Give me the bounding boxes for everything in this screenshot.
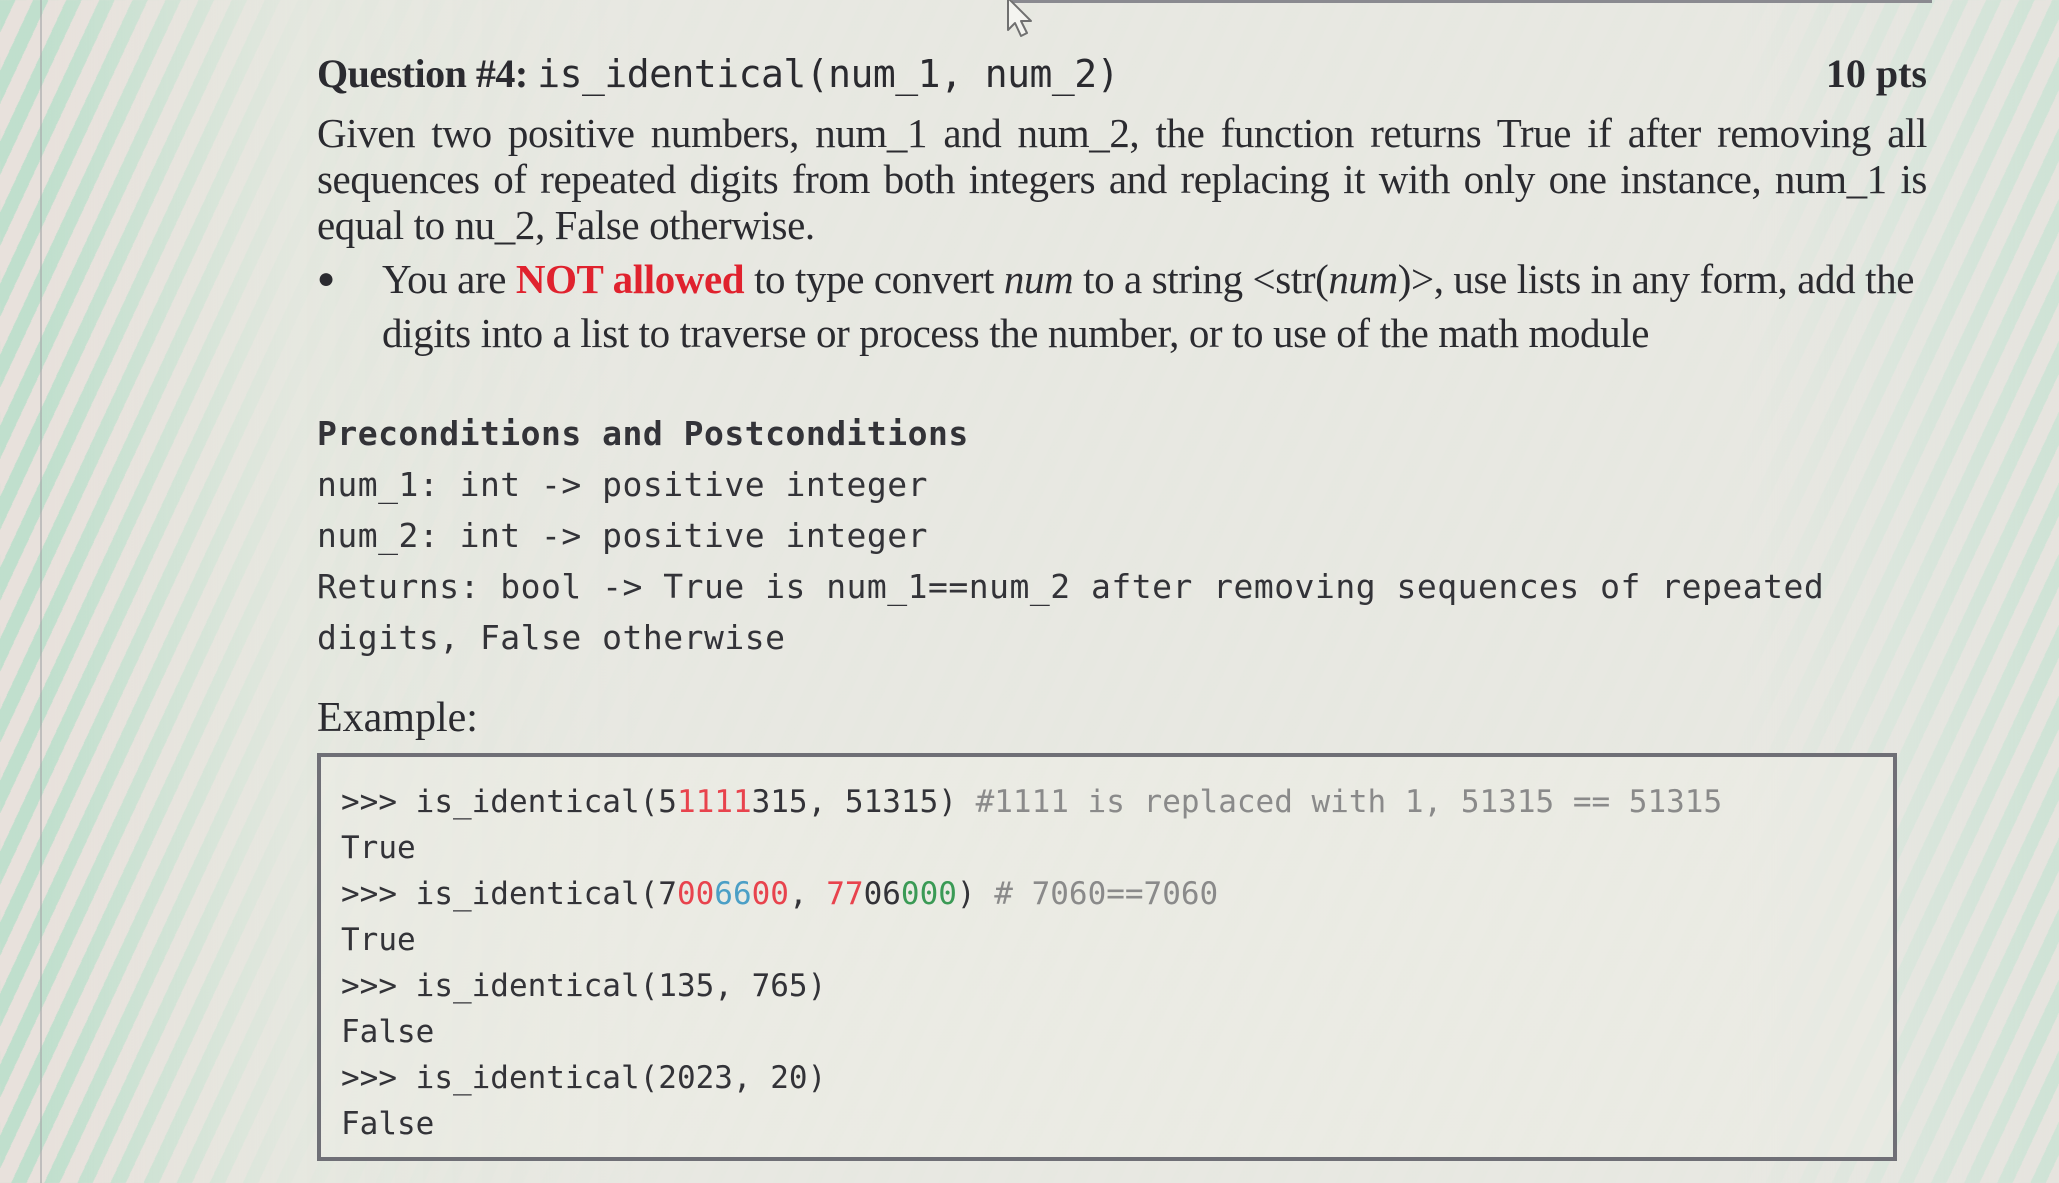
question-description: Given two positive numbers, num_1 and nu… [317,110,1927,248]
function-signature: is_identical(num_1, num_2) [537,52,1120,96]
restriction-text: You are NOT allowed to type convert num … [382,252,1927,360]
code-line: False [341,1009,1873,1055]
restriction-bullet: ● You are NOT allowed to type convert nu… [317,252,1927,360]
code-line: >>> is_identical(51111315, 51315) #1111 … [341,779,1873,825]
question-title: Question #4: is_identical(num_1, num_2) [317,50,1120,97]
example-label: Example: [317,695,478,741]
restriction-part: to type convert [744,256,1004,302]
code-segment: 00 [751,876,789,912]
code-line: >>> is_identical(7006600, 7706000) # 706… [341,871,1873,917]
code-line: >>> is_identical(2023, 20) [341,1055,1873,1101]
code-segment: 00 [676,876,715,912]
code-segment: 77 [826,876,864,912]
code-segment: True [341,830,416,866]
code-segment: 66 [714,876,752,912]
code-segment: >>> is_identical(135, 765) [341,968,827,1004]
code-segment: False [341,1014,435,1050]
restriction-italic: num [1328,256,1398,302]
code-segment: >>> is_identical(2023, 20) [341,1060,827,1096]
document-page: Question #4: is_identical(num_1, num_2) … [40,0,2059,1183]
spec-line: num_1: int -> positive integer [317,465,929,504]
top-divider [1012,0,1932,3]
spec-block: Preconditions and Postconditions num_1: … [317,408,1927,663]
code-segment: 1111 [676,784,752,820]
code-line: True [341,917,1873,963]
example-code-box: >>> is_identical(51111315, 51315) #1111 … [317,753,1897,1161]
question-content: Question #4: is_identical(num_1, num_2) … [317,50,1927,1161]
spec-heading: Preconditions and Postconditions [317,414,969,453]
question-label: Question #4: [317,51,528,96]
bullet-icon: ● [317,262,335,295]
code-line: False [341,1101,1873,1147]
restriction-emphasis: NOT allowed [515,256,745,302]
question-header: Question #4: is_identical(num_1, num_2) … [317,50,1927,110]
code-comment: # 7060==7060 [994,876,1219,912]
code-segment: >>> is_identical(5 [341,784,677,820]
spec-line: num_2: int -> positive integer [317,516,929,555]
question-points: 10 pts [1825,51,1927,96]
code-segment: False [341,1106,435,1142]
code-segment: 000 [900,876,957,912]
code-segment: True [341,922,416,958]
code-comment: #1111 is replaced with 1, 51315 == 51315 [975,784,1723,820]
code-segment: 315, 51315) [751,784,976,820]
spec-line: digits, False otherwise [317,618,786,657]
code-segment: >>> is_identical(7 [341,876,677,912]
code-segment: 06 [863,876,901,912]
code-line: True [341,825,1873,871]
restriction-italic: num [1003,256,1074,302]
spec-line: Returns: bool -> True is num_1==num_2 af… [317,567,1825,606]
restriction-part: You are [382,256,516,302]
code-segment: , [788,876,827,912]
restriction-part: to a string <str( [1073,256,1329,302]
code-line: >>> is_identical(135, 765) [341,963,1873,1009]
code-segment: ) [956,876,995,912]
mouse-cursor-icon [1007,0,1032,37]
